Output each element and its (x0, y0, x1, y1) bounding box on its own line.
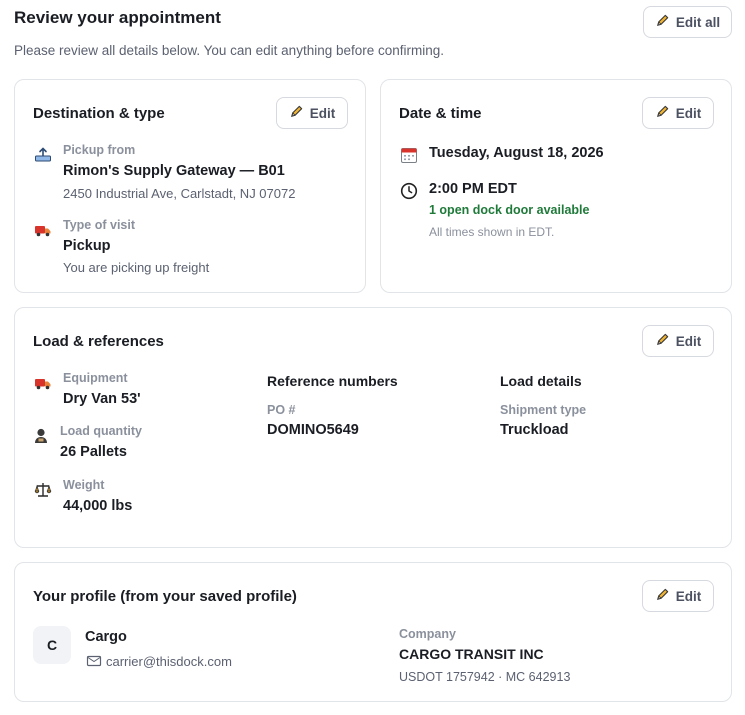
pencil-icon (655, 332, 670, 350)
appointment-time: 2:00 PM EDT (429, 181, 517, 197)
po-value: DOMINO5649 (267, 422, 359, 438)
pencil-icon (655, 13, 670, 31)
equipment-value: Dry Van 53' (63, 391, 141, 407)
dock-availability: 1 open dock door available (429, 203, 590, 217)
scale-icon (34, 481, 52, 499)
page-subtitle: Please review all details below. You can… (14, 43, 445, 58)
reference-numbers-heading: Reference numbers (267, 373, 398, 389)
company-label: Company (399, 627, 456, 641)
pencil-icon (655, 104, 670, 122)
envelope-icon (86, 653, 102, 669)
destination-card-title: Destination & type (33, 105, 165, 122)
load-card-title: Load & references (33, 333, 164, 350)
profile-card: Your profile (from your saved profile) E… (14, 562, 732, 702)
destination-card: Destination & type Edit Pickup from Rimo… (14, 79, 366, 293)
company-name: CARGO TRANSIT INC (399, 646, 544, 662)
pallet-person-icon (32, 427, 50, 445)
visit-type-description: You are picking up freight (63, 260, 210, 275)
destination-edit-button[interactable]: Edit (276, 97, 348, 129)
profile-email: carrier@thisdock.com (106, 654, 232, 669)
edit-all-label: Edit all (675, 14, 721, 30)
pickup-address: 2450 Industrial Ave, Carlstadt, NJ 07072 (63, 186, 296, 201)
edit-label: Edit (675, 333, 702, 349)
clock-icon (400, 182, 418, 200)
shipment-type-value: Truckload (500, 422, 569, 438)
company-ids: USDOT 1757942 · MC 642913 (399, 670, 571, 684)
weight-value: 44,000 lbs (63, 498, 133, 514)
datetime-edit-button[interactable]: Edit (642, 97, 714, 129)
pickup-name: Rimon's Supply Gateway — B01 (63, 163, 285, 179)
weight-label: Weight (63, 478, 105, 492)
truck-icon (34, 221, 52, 239)
edit-label: Edit (675, 588, 702, 604)
pickup-label: Pickup from (63, 143, 136, 157)
edit-label: Edit (675, 105, 702, 121)
po-label: PO # (267, 403, 296, 417)
load-details-heading: Load details (500, 373, 582, 389)
edit-all-button[interactable]: Edit all (643, 6, 732, 38)
datetime-card-title: Date & time (399, 105, 482, 122)
shipment-type-label: Shipment type (500, 403, 587, 417)
quantity-value: 26 Pallets (60, 444, 127, 460)
profile-card-title: Your profile (from your saved profile) (33, 588, 297, 605)
pencil-icon (655, 587, 670, 605)
profile-name: Cargo (85, 629, 127, 645)
load-edit-button[interactable]: Edit (642, 325, 714, 357)
profile-edit-button[interactable]: Edit (642, 580, 714, 612)
visit-type-value: Pickup (63, 238, 111, 254)
appointment-date: Tuesday, August 18, 2026 (429, 145, 604, 161)
equipment-label: Equipment (63, 371, 128, 385)
page-title: Review your appointment (14, 8, 221, 27)
visit-type-label: Type of visit (63, 218, 136, 232)
pencil-icon (289, 104, 304, 122)
calendar-icon (400, 146, 418, 164)
avatar: C (33, 626, 71, 664)
pickup-tray-icon (34, 146, 52, 164)
quantity-label: Load quantity (60, 424, 142, 438)
timezone-note: All times shown in EDT. (429, 225, 555, 239)
load-card: Load & references Edit Equipment Dry Van… (14, 307, 732, 548)
edit-label: Edit (309, 105, 336, 121)
truck-icon (34, 374, 52, 392)
datetime-card: Date & time Edit Tuesday, August 18, 202… (380, 79, 732, 293)
